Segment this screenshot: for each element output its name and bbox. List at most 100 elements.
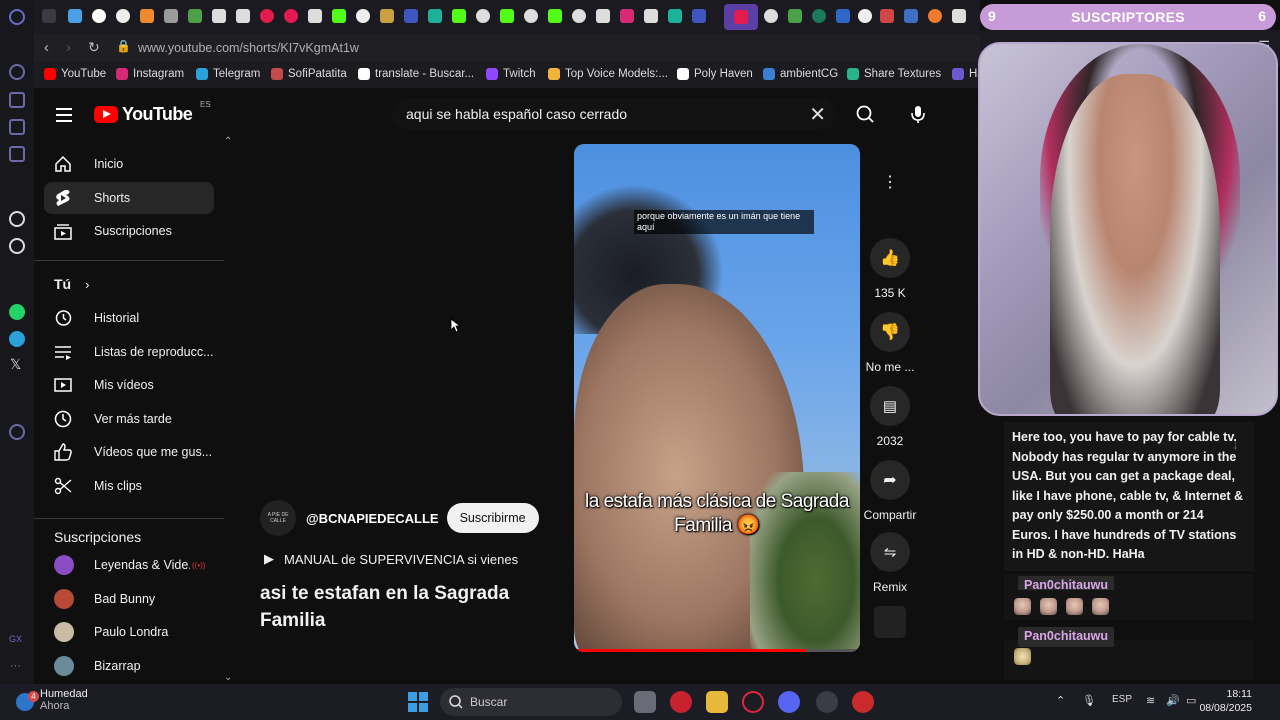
- tab-favicon[interactable]: [596, 9, 610, 23]
- volume-icon[interactable]: 🔊: [1166, 694, 1180, 707]
- opera-gx-icon[interactable]: [742, 691, 764, 713]
- menu-icon[interactable]: [56, 108, 72, 126]
- opera-logo-icon[interactable]: [9, 9, 25, 25]
- tab-favicon[interactable]: [380, 9, 394, 23]
- sidebar-app-icon[interactable]: [9, 64, 25, 80]
- short-video-player[interactable]: porque obviamente es un imán que tiene a…: [574, 144, 860, 652]
- tab-favicon[interactable]: [476, 9, 490, 23]
- subscriptions-heading[interactable]: Suscripciones: [54, 529, 141, 545]
- more-icon[interactable]: ···: [10, 660, 21, 672]
- tab-favicon[interactable]: [212, 9, 226, 23]
- app-icon[interactable]: [670, 691, 692, 713]
- guide-item[interactable]: Mis vídeos: [44, 369, 214, 401]
- tab-favicon[interactable]: [68, 9, 82, 23]
- bookmark-item[interactable]: ambientCG: [763, 68, 838, 80]
- bookmark-item[interactable]: translate - Buscar...: [358, 68, 474, 80]
- tab-favicon[interactable]: [928, 9, 942, 23]
- show-hidden-icons-icon[interactable]: ⌃: [1056, 694, 1065, 707]
- tab-favicon[interactable]: [164, 9, 178, 23]
- tab-favicon[interactable]: [904, 9, 918, 23]
- x-icon[interactable]: 𝕏: [10, 356, 21, 373]
- guide-item[interactable]: Ver más tarde: [44, 403, 214, 435]
- history-icon[interactable]: [9, 424, 25, 440]
- guide-item[interactable]: Shorts: [44, 181, 214, 214]
- tab-favicon[interactable]: [548, 9, 562, 23]
- clear-icon[interactable]: ✕: [809, 102, 826, 127]
- subscription-item[interactable]: Bizarrap: [44, 650, 214, 682]
- sidebar-app-icon[interactable]: [9, 119, 25, 135]
- bookmark-item[interactable]: YouTube: [44, 68, 106, 80]
- video-progress-bar[interactable]: [574, 649, 860, 652]
- guide-item[interactable]: Mis clips: [44, 470, 214, 502]
- tab-favicon[interactable]: [692, 9, 706, 23]
- you-heading[interactable]: Tú ›: [54, 276, 89, 292]
- clock[interactable]: 18:11 08/08/2025: [1199, 687, 1252, 715]
- weather-widget[interactable]: 4 Humedad Ahora: [16, 688, 88, 712]
- guide-item[interactable]: Suscripciones: [44, 215, 214, 247]
- aria-icon[interactable]: [9, 211, 25, 227]
- share-button[interactable]: ➦ Compartir: [864, 460, 916, 522]
- youtube-logo[interactable]: YouTube ES: [94, 100, 211, 125]
- dislike-button[interactable]: 👎 No me ...: [866, 312, 914, 374]
- back-icon[interactable]: ‹: [44, 39, 49, 56]
- url-field[interactable]: www.youtube.com/shorts/KI7vKgmAt1w: [138, 41, 359, 55]
- more-options-button[interactable]: ⋮: [868, 162, 912, 202]
- bookmark-item[interactable]: Top Voice Models:...: [548, 68, 668, 80]
- tab-favicon[interactable]: [332, 9, 346, 23]
- chatgpt-icon[interactable]: [9, 238, 25, 254]
- tab-favicon[interactable]: [260, 9, 274, 23]
- file-explorer-icon[interactable]: [706, 691, 728, 713]
- channel-name[interactable]: @BCNAPIEDECALLE: [306, 511, 439, 526]
- language-indicator[interactable]: ESP: [1112, 694, 1132, 705]
- tab-favicon[interactable]: [858, 9, 872, 23]
- task-view-icon[interactable]: [634, 691, 656, 713]
- guide-item[interactable]: Historial: [44, 302, 214, 334]
- active-tab[interactable]: [724, 4, 758, 30]
- tab-favicon[interactable]: [764, 9, 778, 23]
- scroll-down-icon[interactable]: ⌄: [224, 672, 232, 683]
- tab-favicon[interactable]: [116, 9, 130, 23]
- tab-favicon[interactable]: [952, 9, 966, 23]
- tab-favicon[interactable]: [404, 9, 418, 23]
- channel-avatar[interactable]: A PIE DE CALLE: [260, 500, 296, 536]
- guide-item[interactable]: Listas de reproducc...: [44, 336, 214, 368]
- bookmark-item[interactable]: Telegram: [196, 68, 260, 80]
- bookmark-item[interactable]: Poly Haven: [677, 68, 753, 80]
- tab-favicon[interactable]: [140, 9, 154, 23]
- tab-favicon[interactable]: [92, 9, 106, 23]
- tab-favicon[interactable]: [836, 9, 850, 23]
- subscription-item[interactable]: Leyendas & Vide... ((•)): [44, 549, 214, 581]
- tab-favicon[interactable]: [572, 9, 586, 23]
- subscription-item[interactable]: Bad Bunny: [44, 583, 214, 615]
- bookmark-item[interactable]: Twitch: [486, 68, 536, 80]
- comments-button[interactable]: ▤ 2032: [868, 386, 912, 448]
- bookmark-item[interactable]: SofiPatatita: [271, 68, 347, 80]
- bookmark-item[interactable]: Share Textures: [847, 68, 941, 80]
- remix-button[interactable]: ⇋ Remix: [868, 532, 912, 594]
- whatsapp-icon[interactable]: [9, 304, 25, 320]
- obs-icon[interactable]: [816, 691, 838, 713]
- tab-favicon[interactable]: [644, 9, 658, 23]
- search-box[interactable]: aqui se habla español caso cerrado ✕: [392, 98, 836, 130]
- tab-favicon[interactable]: [524, 9, 538, 23]
- subscription-item[interactable]: Paulo Londra: [44, 616, 214, 648]
- guide-item[interactable]: Inicio: [44, 148, 214, 180]
- sidebar-app-icon[interactable]: [9, 146, 25, 162]
- bookmark-item[interactable]: Instagram: [116, 68, 184, 80]
- tab-favicon[interactable]: [428, 9, 442, 23]
- taskbar-search[interactable]: Buscar: [440, 688, 622, 716]
- app-icon[interactable]: [852, 691, 874, 713]
- tab-favicon[interactable]: [308, 9, 322, 23]
- tab-favicon[interactable]: [188, 9, 202, 23]
- sound-thumbnail[interactable]: [874, 606, 906, 638]
- subscribe-button[interactable]: Suscribirme: [446, 503, 539, 533]
- windows-start-icon[interactable]: [408, 692, 428, 712]
- tab-favicon[interactable]: [668, 9, 682, 23]
- gx-icon[interactable]: GX: [9, 634, 22, 644]
- tab-favicon[interactable]: [620, 9, 634, 23]
- tab-favicon[interactable]: [812, 9, 826, 23]
- mic-icon[interactable]: 🎙: [1082, 694, 1096, 707]
- reload-icon[interactable]: ↻: [88, 39, 100, 56]
- tab-favicon[interactable]: [452, 9, 466, 23]
- tab-favicon[interactable]: [284, 9, 298, 23]
